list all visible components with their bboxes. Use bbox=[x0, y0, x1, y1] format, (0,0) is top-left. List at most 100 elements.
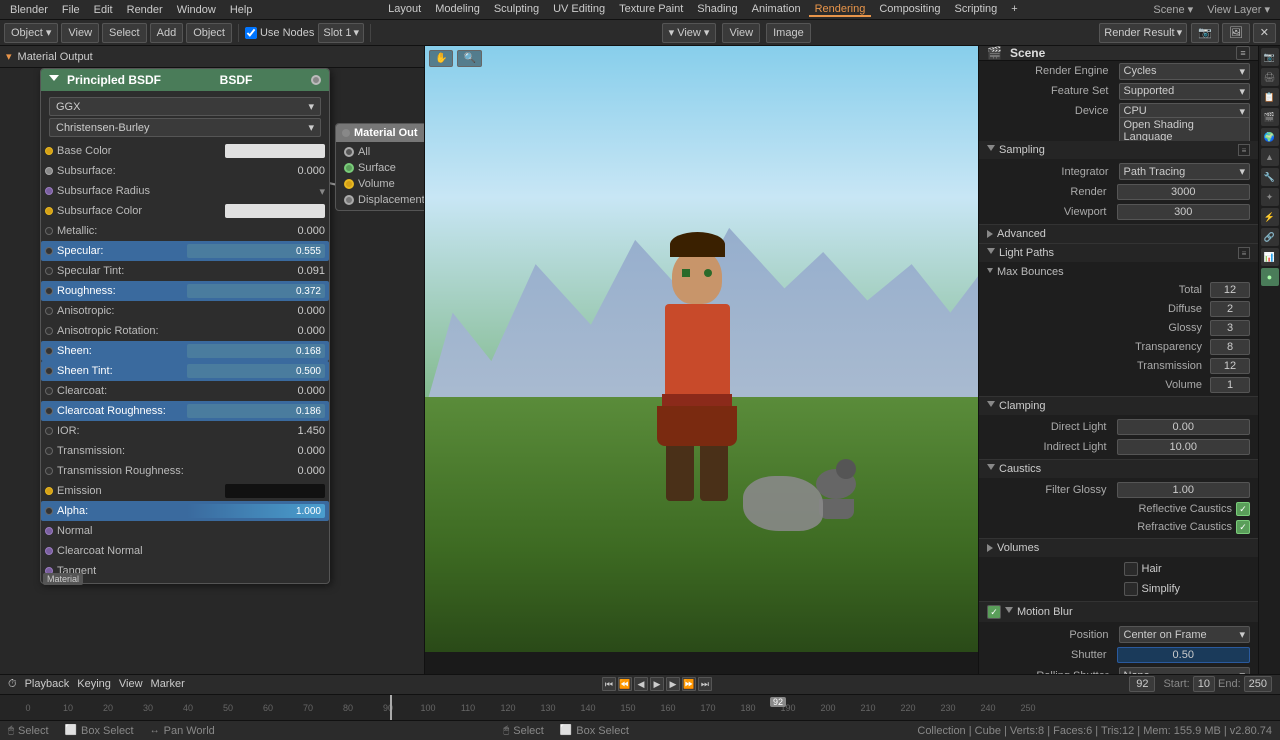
simplify-checkbox[interactable] bbox=[1124, 582, 1138, 596]
socket-alpha[interactable] bbox=[45, 507, 53, 515]
clamping-header[interactable]: Clamping bbox=[979, 397, 1258, 415]
menu-blender[interactable]: Blender bbox=[4, 4, 54, 16]
workspace-layout[interactable]: Layout bbox=[382, 3, 427, 17]
shutter-value[interactable]: 0.50 bbox=[1117, 647, 1251, 663]
viewport-cursor-btn[interactable]: 🔍 bbox=[457, 50, 481, 67]
bsdf-title-bar[interactable]: Principled BSDF BSDF bbox=[41, 69, 329, 91]
position-dropdown[interactable]: Center on Frame ▾ bbox=[1119, 626, 1251, 643]
socket-emission[interactable] bbox=[45, 487, 53, 495]
socket-clearcoat-roughness[interactable] bbox=[45, 407, 53, 415]
motion-blur-header[interactable]: ✓ Motion Blur bbox=[979, 602, 1258, 622]
viewport-content[interactable]: ✋ 🔍 bbox=[425, 46, 978, 652]
specular-bar[interactable]: 0.555 bbox=[187, 244, 325, 258]
timeline-marker[interactable]: Marker bbox=[151, 678, 185, 690]
sampling-header[interactable]: Sampling ≡ bbox=[979, 141, 1258, 159]
timeline-playhead[interactable]: 92 bbox=[390, 695, 392, 720]
clearcoat-roughness-bar[interactable]: 0.186 bbox=[187, 404, 325, 418]
bsdf-collapse-arrow[interactable] bbox=[49, 75, 59, 85]
roughness-bar[interactable]: 0.372 bbox=[187, 284, 325, 298]
matout-socket-all[interactable] bbox=[344, 147, 354, 157]
socket-specular-tint[interactable] bbox=[45, 267, 53, 275]
jump-start-btn[interactable]: ⏮ bbox=[602, 677, 616, 691]
socket-specular[interactable] bbox=[45, 247, 53, 255]
rolling-shutter-dropdown[interactable]: None ▾ bbox=[1119, 667, 1251, 674]
scene-selector[interactable]: Scene ▾ bbox=[1147, 3, 1199, 16]
socket-metallic[interactable] bbox=[45, 227, 53, 235]
alpha-bar[interactable]: 1.000 bbox=[187, 504, 325, 518]
toolbar-view2[interactable]: View bbox=[722, 23, 760, 43]
direct-light-value[interactable]: 0.00 bbox=[1117, 419, 1251, 435]
prev-frame-btn[interactable]: ◀ bbox=[634, 677, 648, 691]
sidebar-object-icon[interactable]: ▲ bbox=[1261, 148, 1279, 166]
max-bounces-header[interactable]: Max Bounces bbox=[979, 264, 1258, 280]
bounce-volume-value[interactable]: 1 bbox=[1210, 377, 1250, 393]
material-tab[interactable]: Material bbox=[43, 573, 83, 585]
socket-clearcoat[interactable] bbox=[45, 387, 53, 395]
socket-sheen-tint[interactable] bbox=[45, 367, 53, 375]
hair-checkbox[interactable] bbox=[1124, 562, 1138, 576]
feature-set-dropdown[interactable]: Supported ▾ bbox=[1119, 83, 1251, 100]
light-paths-header[interactable]: Light Paths ≡ bbox=[979, 244, 1258, 262]
use-nodes-checkbox[interactable] bbox=[245, 27, 257, 39]
socket-roughness[interactable] bbox=[45, 287, 53, 295]
end-frame[interactable]: 250 bbox=[1244, 676, 1272, 692]
toolbar-viewport-mode[interactable]: ▾ View ▾ bbox=[662, 23, 717, 43]
workspace-texture[interactable]: Texture Paint bbox=[613, 3, 689, 17]
matout-socket-volume[interactable] bbox=[344, 179, 354, 189]
slot-dropdown[interactable]: Slot 1 ▾ bbox=[318, 23, 364, 43]
sidebar-output-icon[interactable]: 🖨 bbox=[1261, 68, 1279, 86]
sidebar-render-icon[interactable]: 📷 bbox=[1261, 48, 1279, 66]
bounce-transmission-value[interactable]: 12 bbox=[1210, 358, 1250, 374]
toolbar-view[interactable]: View bbox=[61, 23, 99, 43]
toolbar-add[interactable]: Add bbox=[150, 23, 184, 43]
advanced-header[interactable]: Advanced bbox=[979, 225, 1258, 243]
motion-blur-toggle[interactable]: ✓ bbox=[987, 605, 1001, 619]
toolbar-object-mode[interactable]: Object ▾ bbox=[4, 23, 58, 43]
material-output-node[interactable]: Material Out All Surface Volume bbox=[335, 123, 424, 211]
timeline-playback[interactable]: Playback bbox=[25, 678, 70, 690]
sidebar-view-layer-icon[interactable]: 📋 bbox=[1261, 88, 1279, 106]
workspace-modeling[interactable]: Modeling bbox=[429, 3, 486, 17]
jump-end-btn[interactable]: ⏭ bbox=[698, 677, 712, 691]
socket-transmission-roughness[interactable] bbox=[45, 467, 53, 475]
sheen-tint-bar[interactable]: 0.500 bbox=[187, 364, 325, 378]
ggx-dropdown[interactable]: GGX ▾ bbox=[49, 97, 321, 116]
emission-swatch[interactable] bbox=[225, 484, 325, 498]
menu-window[interactable]: Window bbox=[171, 4, 222, 16]
integrator-dropdown[interactable]: Path Tracing ▾ bbox=[1119, 163, 1251, 180]
socket-normal[interactable] bbox=[45, 527, 53, 535]
sidebar-modifier-icon[interactable]: 🔧 bbox=[1261, 168, 1279, 186]
socket-ior[interactable] bbox=[45, 427, 53, 435]
render-btn[interactable]: 🖼 bbox=[1222, 23, 1250, 43]
bounce-transparency-value[interactable]: 8 bbox=[1210, 339, 1250, 355]
toolbar-object[interactable]: Object bbox=[186, 23, 232, 43]
sheen-bar[interactable]: 0.168 bbox=[187, 344, 325, 358]
socket-base-color[interactable] bbox=[45, 147, 53, 155]
volumes-header[interactable]: Volumes bbox=[979, 539, 1258, 557]
viewport-hand-btn[interactable]: ✋ bbox=[429, 50, 453, 67]
reflective-caustics-checkbox[interactable]: ✓ bbox=[1236, 502, 1250, 516]
menu-render[interactable]: Render bbox=[121, 4, 169, 16]
render-samples-value[interactable]: 3000 bbox=[1117, 184, 1251, 200]
socket-subsurface[interactable] bbox=[45, 167, 53, 175]
next-keyframe-btn[interactable]: ⏩ bbox=[682, 677, 696, 691]
workspace-uv[interactable]: UV Editing bbox=[547, 3, 611, 17]
socket-subsurface-color[interactable] bbox=[45, 207, 53, 215]
view-layer-selector[interactable]: View Layer ▾ bbox=[1201, 3, 1276, 16]
timeline-view[interactable]: View bbox=[119, 678, 143, 690]
workspace-add[interactable]: + bbox=[1005, 3, 1023, 17]
timeline-keying[interactable]: Keying bbox=[77, 678, 111, 690]
cb-dropdown[interactable]: Christensen-Burley ▾ bbox=[49, 118, 321, 137]
matout-socket-surface[interactable] bbox=[344, 163, 354, 173]
caustics-header[interactable]: Caustics bbox=[979, 460, 1258, 478]
sidebar-physics-icon[interactable]: ⚡ bbox=[1261, 208, 1279, 226]
sidebar-scene-icon[interactable]: 🎬 bbox=[1261, 108, 1279, 126]
close-render-btn[interactable]: ✕ bbox=[1253, 23, 1276, 43]
base-color-swatch[interactable] bbox=[225, 144, 325, 158]
camera-btn[interactable]: 📷 bbox=[1191, 23, 1219, 43]
prev-keyframe-btn[interactable]: ⏪ bbox=[618, 677, 632, 691]
menu-help[interactable]: Help bbox=[224, 4, 259, 16]
menu-edit[interactable]: Edit bbox=[88, 4, 119, 16]
socket-anisotropic-rotation[interactable] bbox=[45, 327, 53, 335]
sidebar-world-icon[interactable]: 🌍 bbox=[1261, 128, 1279, 146]
